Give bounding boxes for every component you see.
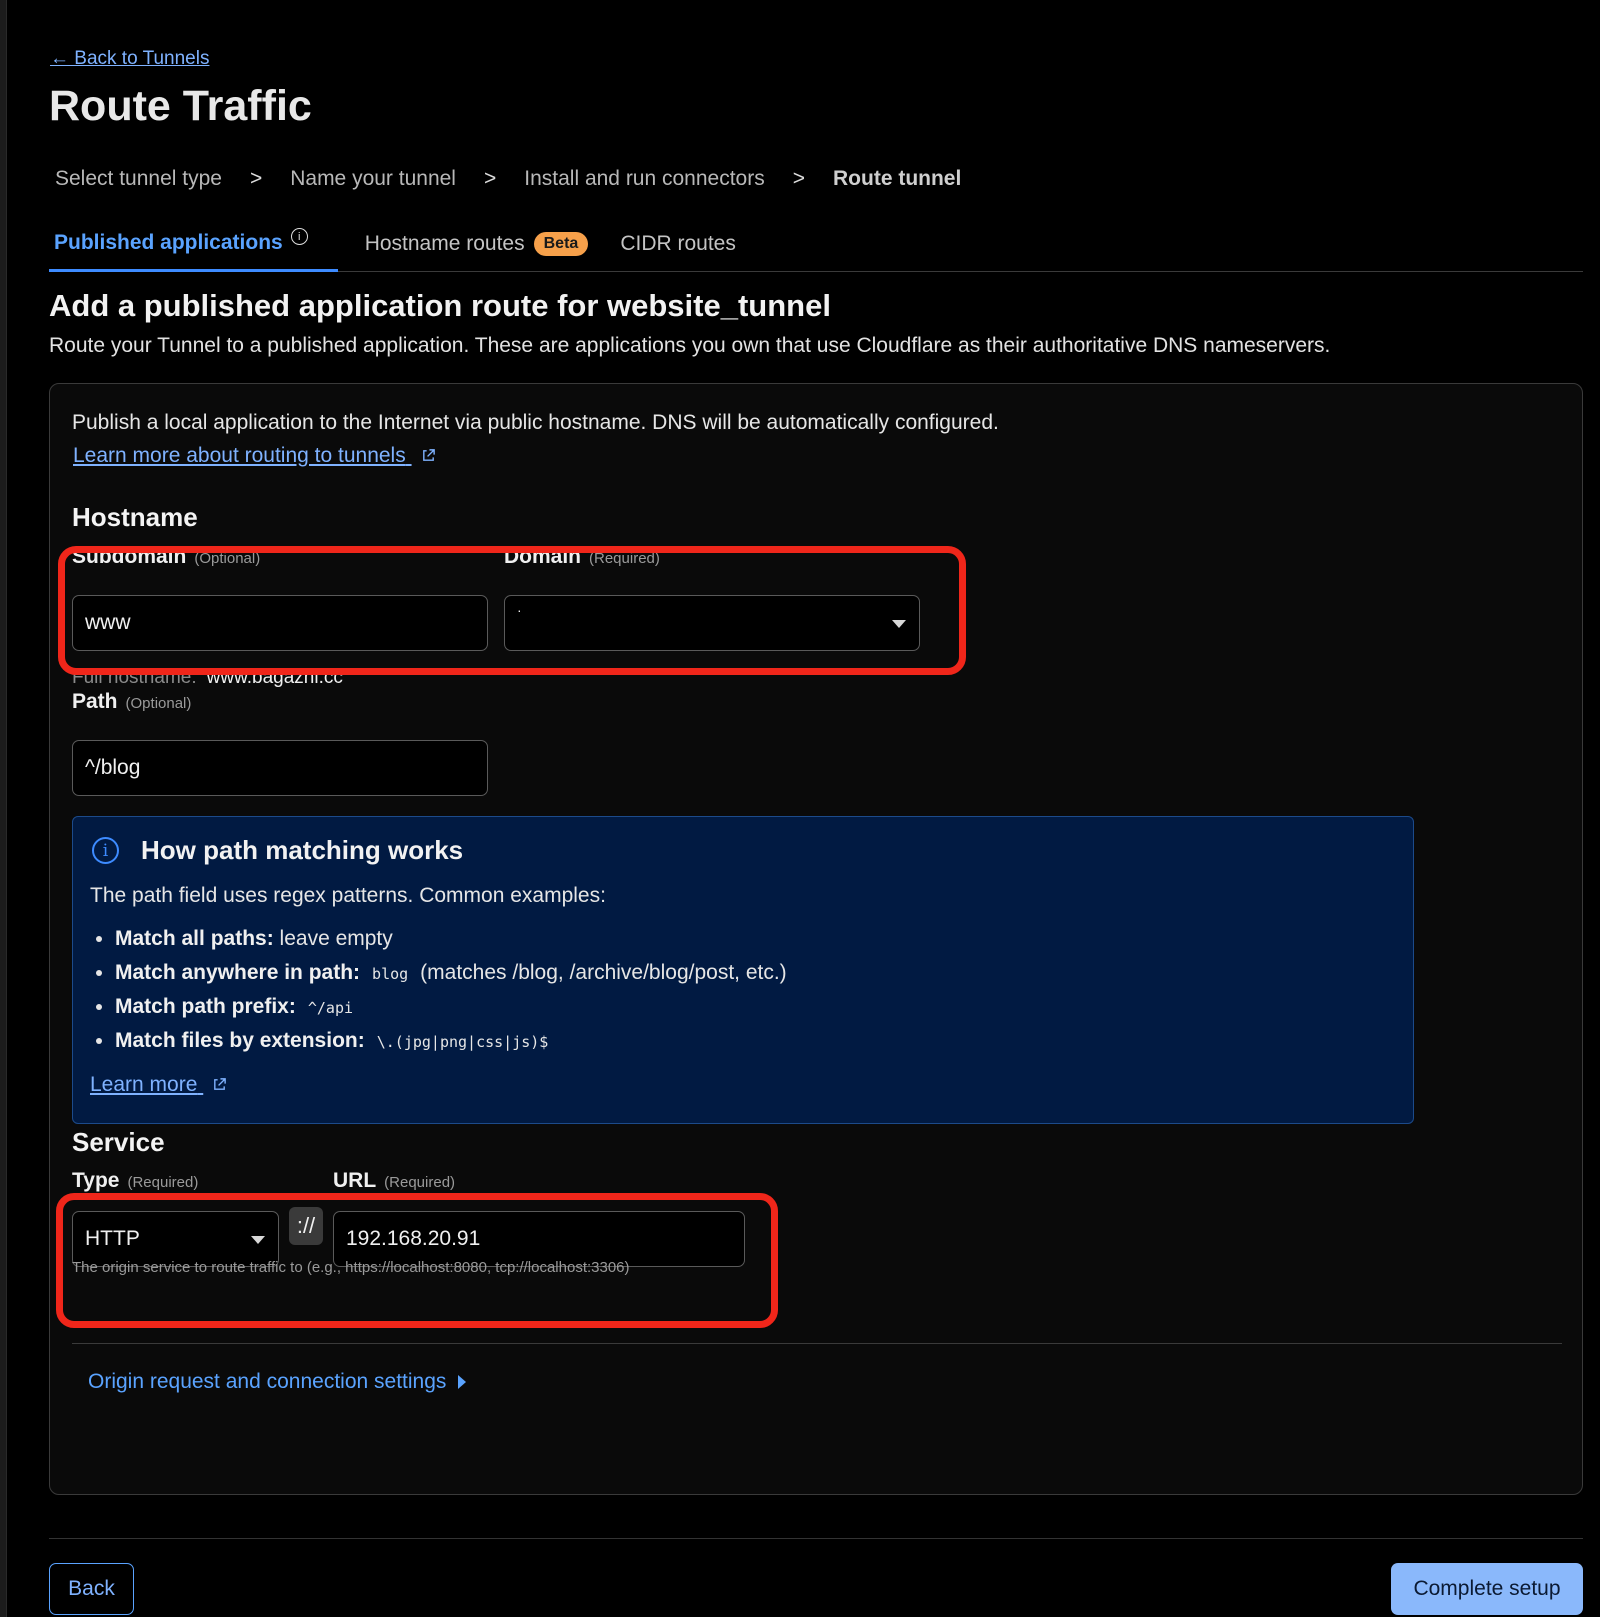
complete-setup-button[interactable]: Complete setup (1391, 1563, 1583, 1615)
type-label: Type (Required) (72, 1169, 198, 1193)
beta-badge: Beta (533, 232, 589, 256)
type-hint: (Required) (127, 1174, 199, 1191)
route-form-card: Publish a local application to the Inter… (49, 383, 1583, 1495)
path-label-text: Path (72, 690, 118, 713)
subdomain-label-text: Subdomain (72, 545, 187, 568)
chevron-right-icon (458, 1375, 467, 1389)
tab-label: Hostname routes (364, 232, 525, 255)
external-link-icon (422, 449, 435, 461)
info-icon[interactable]: i (290, 228, 308, 245)
step-route-tunnel: Route tunnel (833, 167, 962, 190)
tab-label: CIDR routes (620, 232, 736, 255)
learn-more-link-text: Learn more (90, 1073, 198, 1096)
chevron-down-icon (251, 1236, 265, 1244)
path-hint: (Optional) (125, 695, 192, 712)
full-hostname-label: Full hostname: (72, 667, 197, 688)
callout-title: How path matching works (141, 835, 464, 865)
full-hostname: Full hostname: www.bagazhi.cc (72, 667, 343, 689)
subdomain-label: Subdomain (Optional) (72, 545, 260, 569)
example-label: Match path prefix: (115, 995, 296, 1018)
example-label: Match anywhere in path: (115, 961, 361, 984)
path-matching-callout: i How path matching works The path field… (72, 816, 1414, 1124)
card-intro: Publish a local application to the Inter… (72, 411, 999, 434)
learn-routing-link[interactable]: Learn more about routing to tunnels (73, 444, 436, 468)
callout-description: The path field uses regex patterns. Comm… (90, 884, 606, 907)
url-hint: (Required) (384, 1174, 456, 1191)
type-label-text: Type (72, 1169, 120, 1192)
back-button[interactable]: Back (49, 1563, 134, 1615)
tab-cidr-routes[interactable]: CIDR routes (615, 226, 741, 272)
list-item: Match path prefix: ^/api (115, 990, 787, 1024)
step-separator: > (249, 167, 263, 190)
example-code: blog (372, 965, 409, 983)
subdomain-input[interactable]: www (72, 595, 488, 651)
full-hostname-value: www.bagazhi.cc (206, 667, 343, 688)
hostname-title: Hostname (72, 502, 198, 532)
list-item: Match files by extension: \.(jpg|png|css|… (115, 1024, 787, 1058)
step-select-tunnel-type: Select tunnel type (55, 167, 222, 190)
section-heading: Add a published application route for we… (49, 288, 831, 323)
step-separator: > (792, 167, 805, 190)
window-edge (0, 0, 7, 1617)
page-title: Route Traffic (49, 82, 312, 130)
path-label: Path (Optional) (72, 690, 191, 714)
origin-settings-toggle[interactable]: Origin request and connection settings (88, 1370, 467, 1394)
tab-label: Published applications (54, 230, 283, 254)
tab-published-applications[interactable]: Published applications i (49, 226, 338, 272)
domain-label-text: Domain (504, 545, 582, 568)
info-icon: i (92, 837, 119, 864)
protocol-separator: :// (289, 1207, 323, 1245)
example-text: (matches /blog, /archive/blog/post, etc.… (420, 961, 787, 984)
example-code: \.(jpg|png|css|js)$ (376, 1033, 549, 1051)
example-text: leave empty (279, 927, 393, 950)
url-label-text: URL (333, 1169, 377, 1192)
learn-more-link[interactable]: Learn more (90, 1073, 227, 1097)
learn-routing-link-text: Learn more about routing to tunnels (73, 444, 406, 467)
route-tabs: Published applications i Hostname routes… (49, 226, 1583, 272)
wizard-steps: Select tunnel type > Name your tunnel > … (55, 167, 961, 191)
step-install-connectors: Install and run connectors (524, 167, 765, 190)
example-code: ^/api (307, 999, 354, 1017)
example-label: Match files by extension: (115, 1029, 365, 1052)
tab-hostname-routes[interactable]: Hostname routes Beta (360, 226, 594, 272)
list-item: Match anywhere in path: blog (matches /blo… (115, 956, 787, 990)
domain-hint: (Required) (589, 550, 660, 567)
domain-select[interactable]: · (504, 595, 920, 651)
service-title: Service (72, 1127, 165, 1157)
path-input[interactable]: ^/blog (72, 740, 488, 796)
step-name-tunnel: Name your tunnel (290, 167, 456, 190)
url-help-text: The origin service to route traffic to (… (72, 1259, 630, 1276)
divider (72, 1343, 1562, 1344)
domain-label: Domain (Required) (504, 545, 660, 569)
url-label: URL (Required) (333, 1169, 455, 1193)
back-to-tunnels-link[interactable]: ← Back to Tunnels (50, 48, 209, 70)
path-examples-list: Match all paths: leave empty Match anywh… (115, 922, 787, 1058)
section-description: Route your Tunnel to a published applica… (49, 334, 1331, 357)
subdomain-hint: (Optional) (194, 550, 261, 567)
chevron-down-icon (892, 620, 906, 628)
example-label: Match all paths: (115, 927, 274, 950)
step-separator: > (483, 167, 497, 190)
footer-divider (49, 1538, 1583, 1539)
origin-settings-label: Origin request and connection settings (88, 1370, 447, 1393)
external-link-icon (214, 1078, 227, 1090)
list-item: Match all paths: leave empty (115, 922, 787, 956)
